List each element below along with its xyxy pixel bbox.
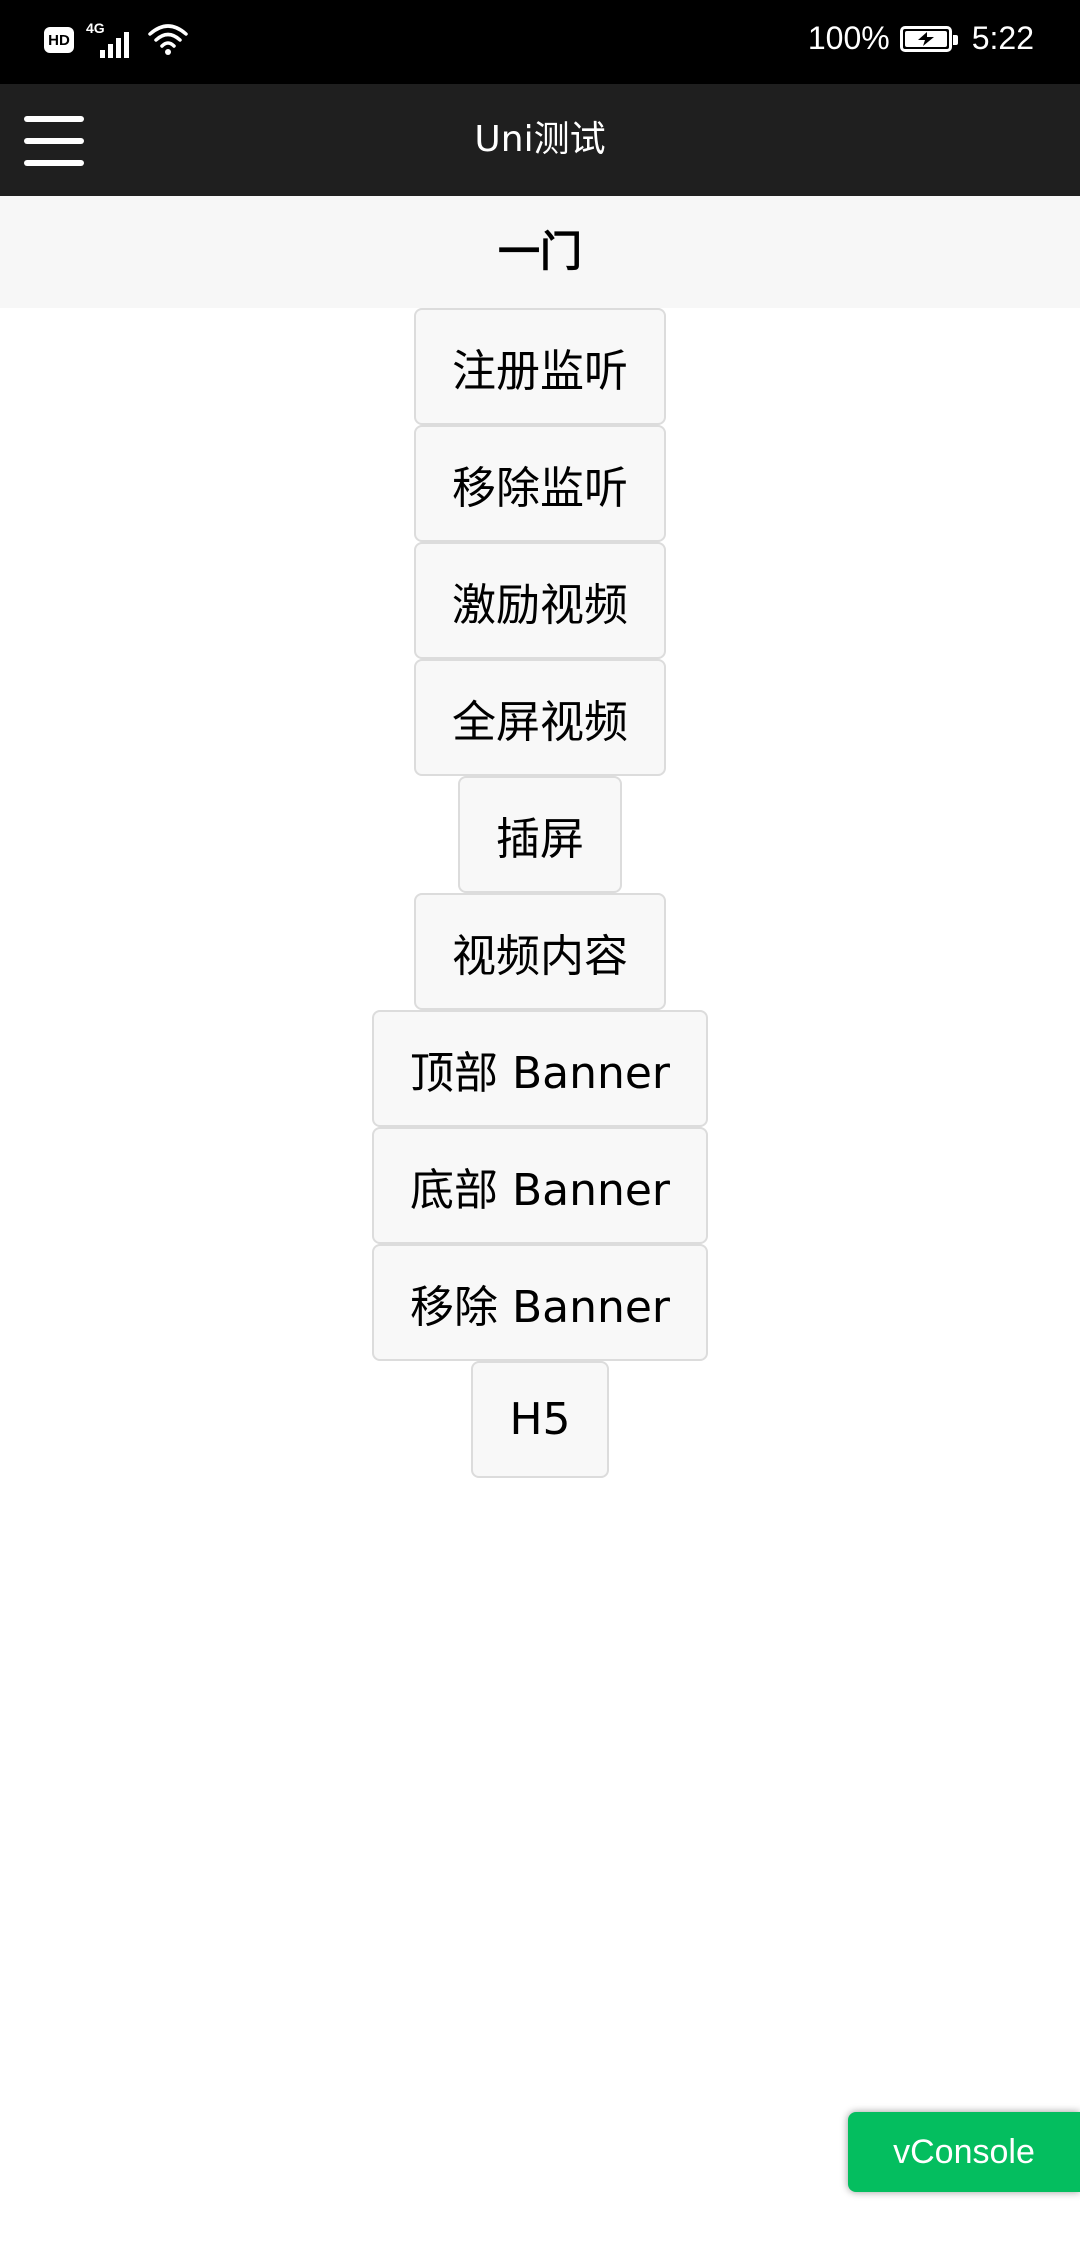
status-right: 100% 5:22 bbox=[808, 20, 1034, 57]
battery-icon bbox=[899, 25, 958, 52]
clock: 5:22 bbox=[971, 20, 1034, 56]
battery-percent: 100% bbox=[807, 20, 890, 56]
interstitial-button[interactable]: 插屏 bbox=[458, 776, 622, 893]
button-list: 注册监听 移除监听 激励视频 全屏视频 插屏 视频内容 顶部 Banner 底部… bbox=[0, 308, 1080, 1478]
section-title: 一门 bbox=[0, 196, 1080, 308]
remove-listener-button[interactable]: 移除监听 bbox=[414, 425, 666, 542]
cellular-signal-icon: 4G bbox=[86, 20, 136, 58]
register-listener-button[interactable]: 注册监听 bbox=[414, 308, 666, 425]
status-bar: HD 4G 100% 5:22 bbox=[0, 0, 1080, 84]
rewarded-video-button[interactable]: 激励视频 bbox=[414, 542, 666, 659]
page-title: Uni测试 bbox=[474, 119, 606, 160]
h5-button[interactable]: H5 bbox=[471, 1361, 609, 1478]
bottom-banner-button[interactable]: 底部 Banner bbox=[371, 1127, 709, 1244]
vconsole-button[interactable]: vConsole bbox=[848, 2112, 1080, 2192]
remove-banner-button[interactable]: 移除 Banner bbox=[371, 1244, 709, 1361]
video-content-button[interactable]: 视频内容 bbox=[414, 893, 666, 1010]
status-left: HD 4G bbox=[44, 20, 188, 58]
wifi-icon bbox=[148, 24, 188, 55]
top-banner-button[interactable]: 顶部 Banner bbox=[371, 1010, 709, 1127]
screen: HD 4G 100% 5:22 Uni测试 一门 注册监听 移除监听 激励视频 … bbox=[0, 0, 1080, 2244]
nav-bar: Uni测试 bbox=[0, 84, 1080, 196]
fullscreen-video-button[interactable]: 全屏视频 bbox=[414, 659, 666, 776]
hd-icon: HD bbox=[44, 27, 74, 53]
